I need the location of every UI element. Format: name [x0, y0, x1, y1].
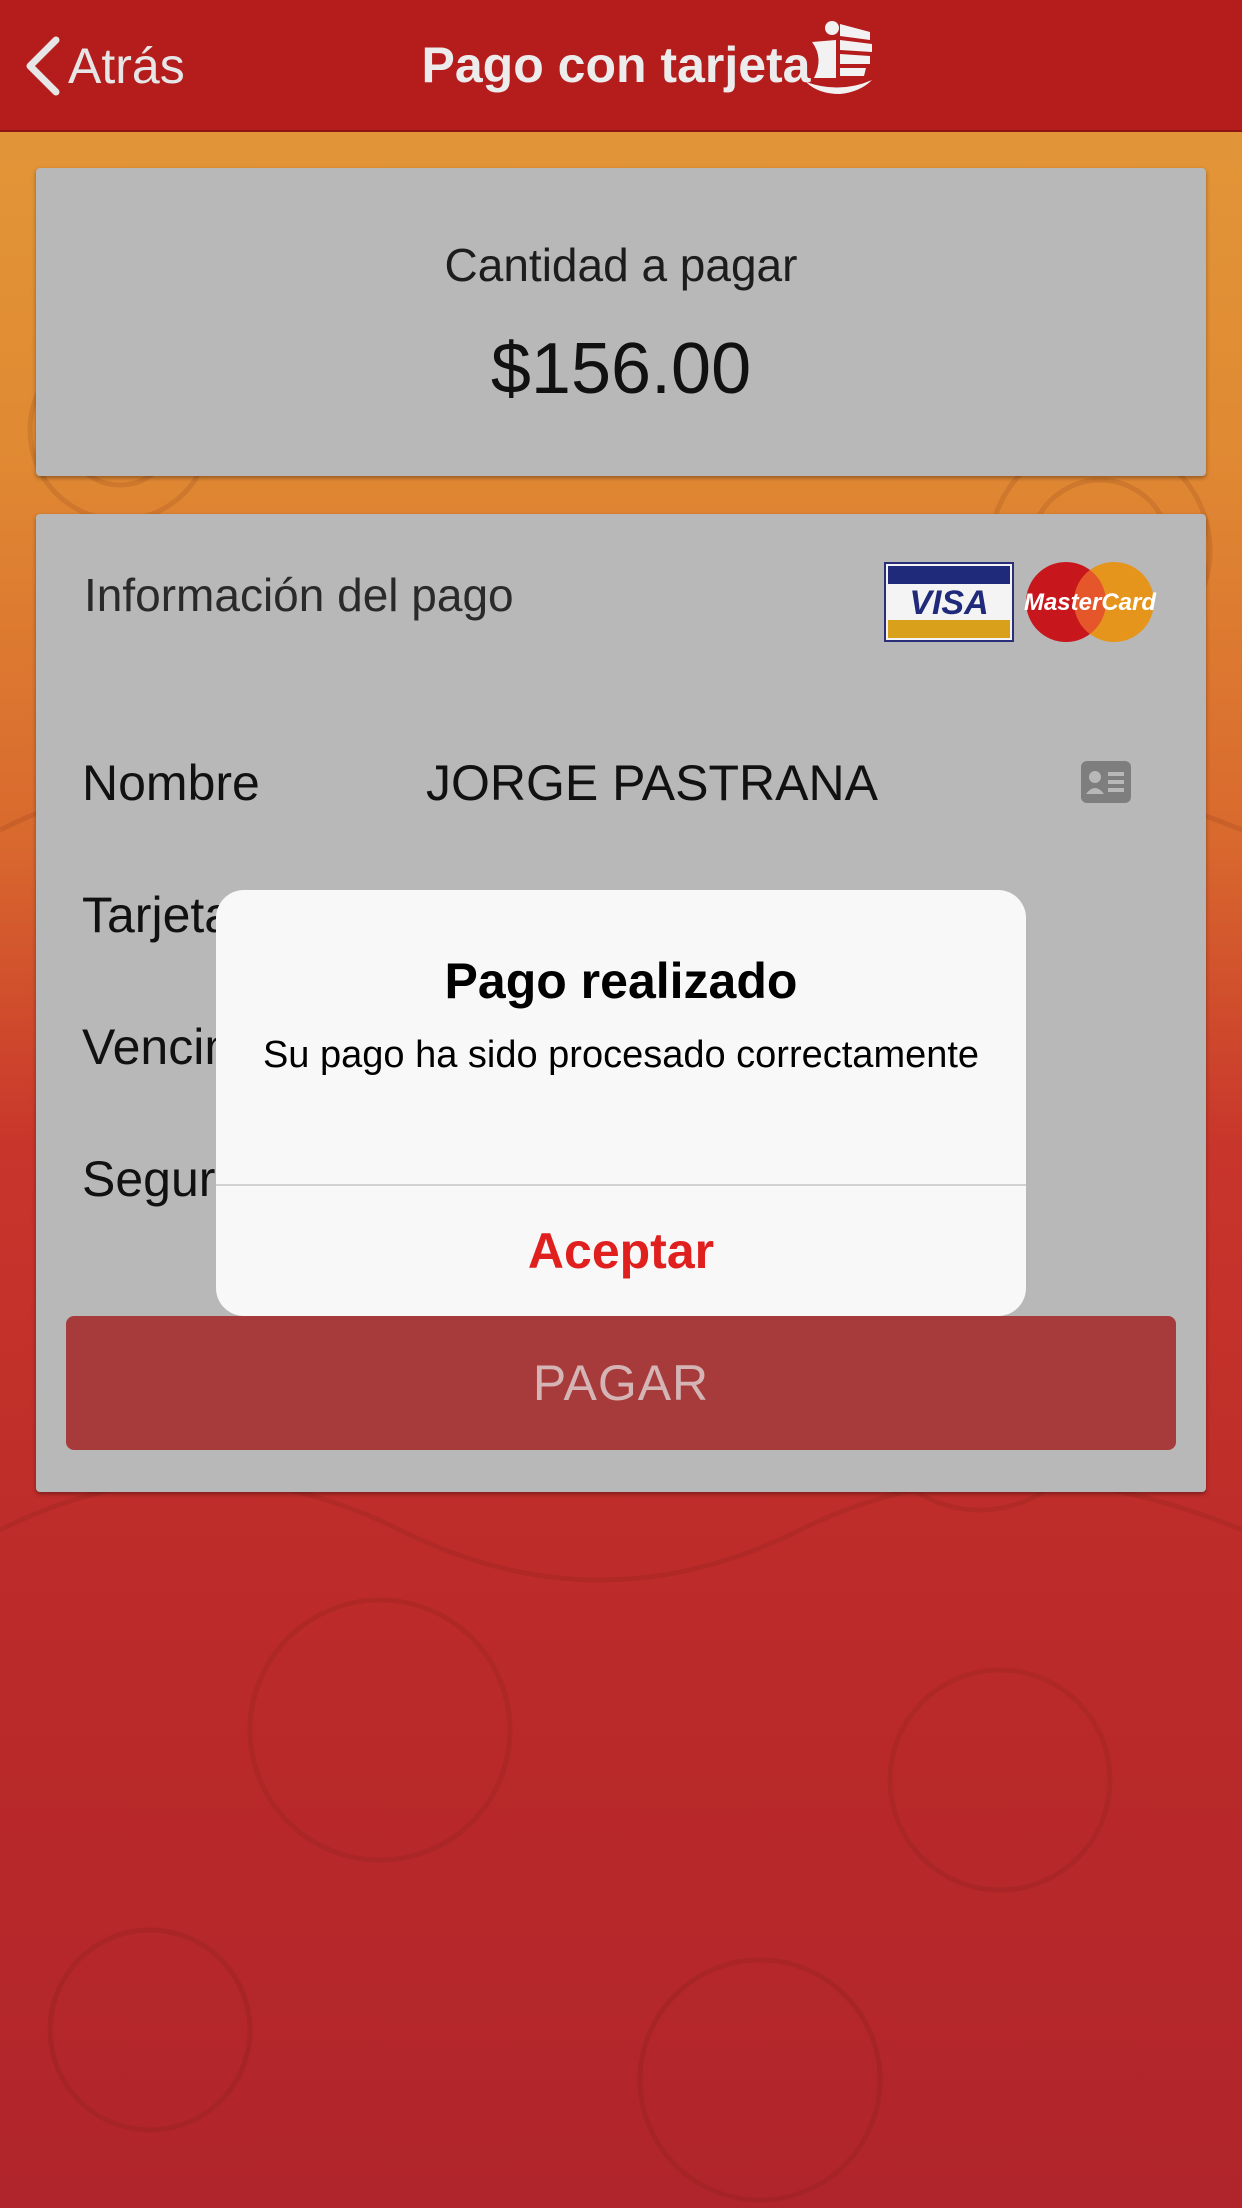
svg-text:VISA: VISA	[909, 584, 988, 622]
navigation-bar: Atrás Pago con tarjeta	[0, 0, 1242, 132]
name-label: Nombre	[82, 755, 260, 811]
page-title: Pago con tarjeta	[421, 37, 811, 93]
amount-label: Cantidad a pagar	[444, 239, 798, 291]
alert-message: Su pago ha sido procesado correctamente	[262, 1034, 980, 1076]
alert-title: Pago realizado	[444, 953, 798, 1009]
payment-success-alert: Pago realizado Su pago ha sido procesado…	[216, 890, 1026, 1316]
mastercard-logo: MasterCard	[1024, 562, 1157, 642]
amount-value: $156.00	[490, 329, 752, 409]
name-value[interactable]: JORGE PASTRANA	[426, 754, 878, 812]
pay-button[interactable]: PAGAR	[66, 1316, 1176, 1450]
contact-card-icon[interactable]	[1080, 760, 1132, 804]
visa-logo: VISA	[884, 562, 1014, 642]
accept-button[interactable]: Aceptar	[216, 1186, 1026, 1316]
amount-card: Cantidad a pagar $156.00	[36, 168, 1206, 476]
payment-info-title: Información del pago	[84, 569, 514, 621]
svg-text:MasterCard: MasterCard	[1024, 589, 1157, 616]
card-number-label: Tarjeta	[82, 887, 233, 943]
junk-boat-logo	[806, 21, 872, 94]
